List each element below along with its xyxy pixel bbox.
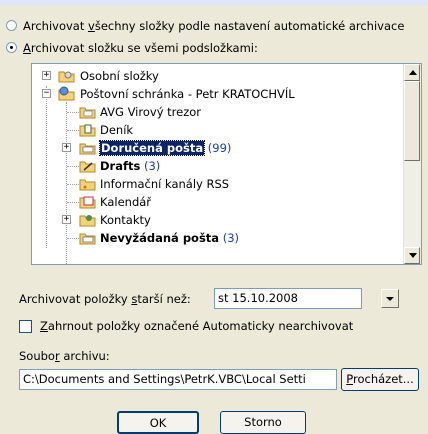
tree-item-label: Doručená pošta	[98, 140, 206, 156]
ok-button[interactable]: OK	[117, 411, 199, 434]
tree-item-kontakty[interactable]: + Kontakty	[32, 211, 402, 229]
drafts-icon	[79, 161, 96, 173]
older-than-label: Archivovat položky starší než:	[19, 292, 191, 306]
cancel-button[interactable]: Storno	[220, 411, 306, 434]
tree-item-label: Informační kanály RSS	[100, 177, 230, 191]
tree-item-denik[interactable]: Deník	[32, 121, 402, 139]
tree-item-rss[interactable]: Informační kanály RSS	[32, 175, 402, 193]
tree-item-label: Deník	[100, 123, 134, 137]
contacts-icon	[79, 215, 96, 227]
tree-item-label: Osobní složky	[80, 69, 159, 83]
archive-folder-label: Archivovat složku se všemi podsložkami:	[23, 41, 258, 55]
browse-button[interactable]: Procházet...	[341, 368, 419, 391]
tree-item-avg-trezor[interactable]: AVG Virový trezor	[32, 103, 402, 121]
unread-count: (3)	[143, 159, 161, 173]
tree-item-label: Poštovní schránka - Petr KRATOCHVÍL	[80, 87, 295, 101]
archive-all-radio[interactable]	[6, 20, 17, 31]
arrow-down-icon	[409, 253, 417, 258]
tree-item-dorucena-posta[interactable]: + Doručená pošta (99)	[32, 139, 402, 157]
rss-folder-icon	[79, 179, 96, 191]
archive-folder-radio[interactable]	[6, 42, 17, 53]
folder-icon	[79, 107, 96, 119]
tree-scrollbar[interactable]	[403, 64, 421, 264]
scroll-up-button[interactable]	[404, 64, 420, 81]
chevron-down-icon	[386, 297, 394, 301]
scroll-down-button[interactable]	[404, 247, 420, 264]
unread-count: (99)	[207, 141, 232, 155]
tree-item-label: AVG Virový trezor	[100, 105, 202, 119]
folder-icon	[58, 71, 75, 83]
archive-file-path-field[interactable]: C:\Documents and Settings\PetrK.VBC\Loca…	[19, 369, 337, 390]
arrow-up-icon	[409, 70, 417, 75]
include-no-archive-checkbox[interactable]	[19, 320, 32, 333]
scroll-thumb[interactable]	[404, 81, 420, 161]
inbox-icon	[79, 143, 96, 155]
expand-icon[interactable]: +	[62, 215, 71, 224]
collapse-icon[interactable]: −	[42, 89, 51, 98]
tree-item-label: Kalendář	[100, 195, 152, 209]
expand-icon[interactable]: +	[62, 143, 71, 152]
tree-item-kalendar[interactable]: Kalendář	[32, 193, 402, 211]
tree-item-label: Drafts	[100, 159, 141, 173]
include-no-archive-label: Zahrnout položky označené Automaticky ne…	[40, 319, 354, 333]
calendar-icon	[79, 196, 96, 209]
expand-icon[interactable]: +	[42, 71, 51, 80]
archive-file-label: Soubor archivu:	[19, 349, 110, 363]
folder-tree[interactable]: + Osobní složky − Poštovní schránka - Pe…	[31, 63, 422, 265]
mailbox-icon	[58, 86, 75, 101]
tree-item-osobni-slozky[interactable]: + Osobní složky	[32, 67, 402, 85]
older-than-date-field[interactable]: st 15.10.2008	[214, 288, 362, 309]
date-dropdown-button[interactable]	[381, 289, 399, 308]
unread-count: (3)	[222, 231, 240, 245]
tree-item-mailbox[interactable]: − Poštovní schránka - Petr KRATOCHVÍL	[32, 85, 402, 103]
tree-item-nevyzadana-posta[interactable]: Nevyžádaná pošta (3)	[32, 229, 402, 247]
journal-icon	[79, 124, 96, 137]
junk-folder-icon	[79, 233, 96, 245]
title-bar-strip	[0, 0, 428, 6]
tree-item-label: Nevyžádaná pošta	[100, 231, 220, 245]
tree-item-label: Kontakty	[100, 213, 151, 227]
archive-all-label: Archivovat všechny složky podle nastaven…	[23, 19, 405, 33]
tree-item-drafts[interactable]: Drafts (3)	[32, 157, 402, 175]
